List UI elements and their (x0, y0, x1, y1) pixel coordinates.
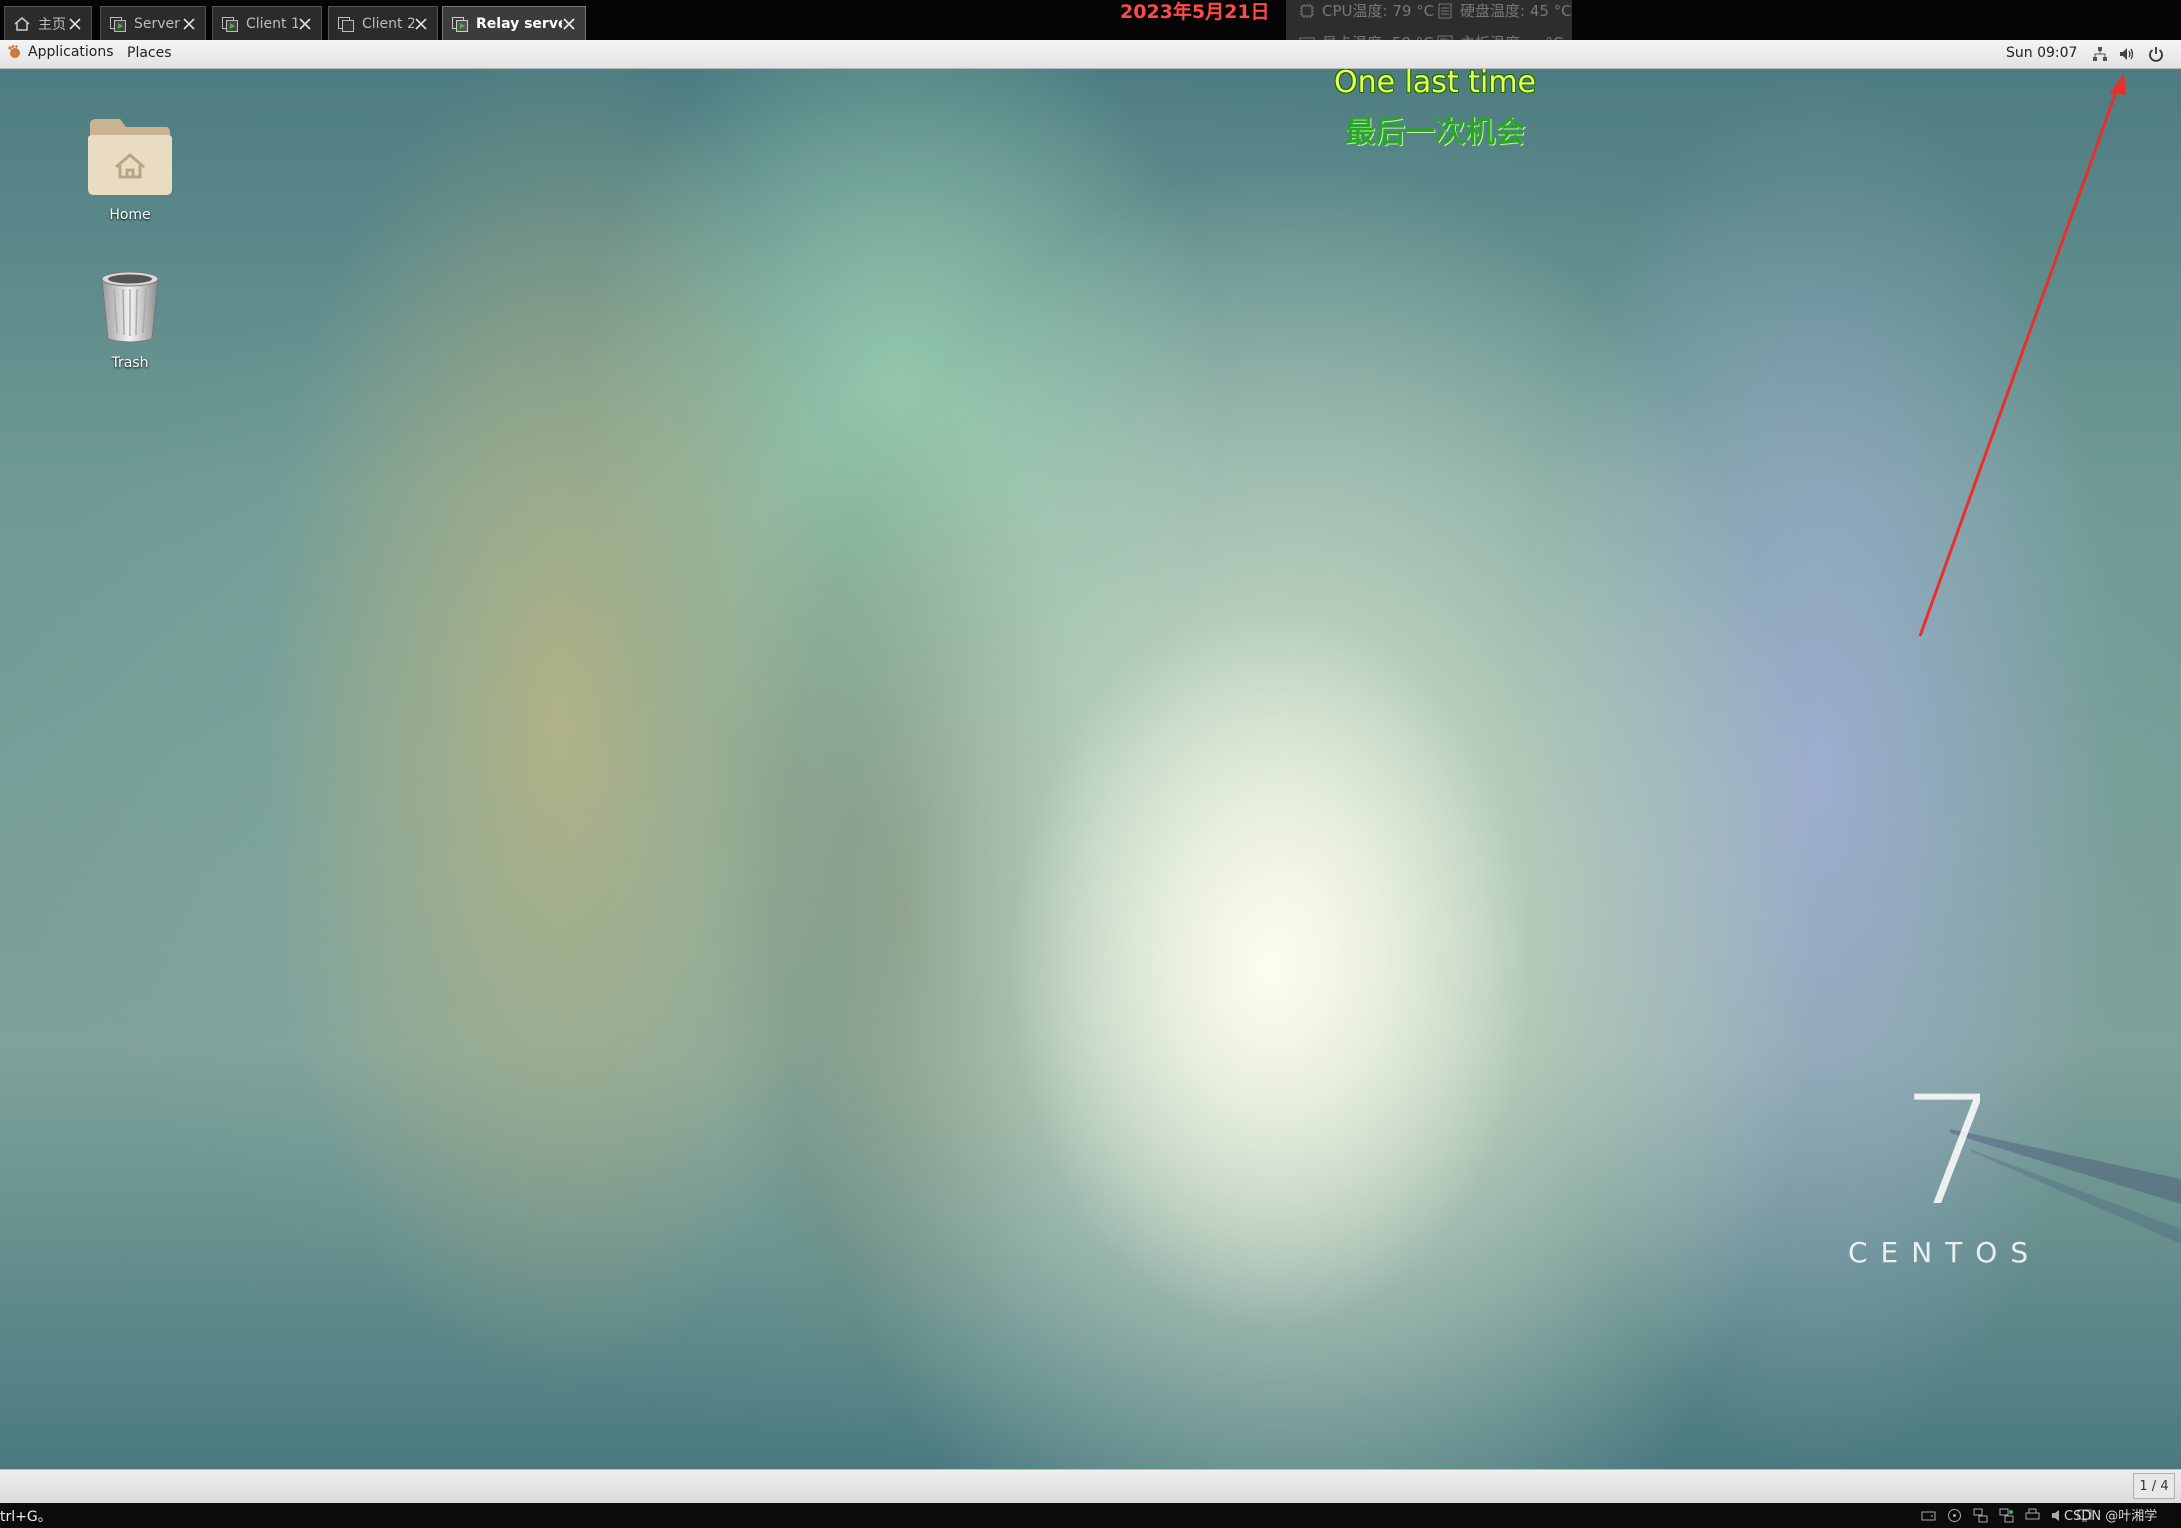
disk-icon (1438, 3, 1452, 18)
tab-client-2[interactable]: Client 2 (328, 6, 438, 40)
tab-label: Client 2 (362, 15, 414, 32)
vm-status-bar: trl+G。 CSDN @叶湘学 (0, 1503, 2181, 1528)
printer-icon[interactable] (2024, 1507, 2041, 1524)
tab-label: 主页 (38, 16, 66, 33)
tab-server[interactable]: Server (100, 6, 206, 40)
cpu-icon (1300, 3, 1314, 18)
desktop: Home Trash One last time 最后一次机会 7 CENTOS (0, 69, 2181, 1469)
annotation-arrow (1918, 73, 2126, 637)
vm-running-icon (110, 16, 126, 32)
home-icon (14, 16, 30, 31)
close-icon[interactable] (298, 17, 312, 31)
network-adapter-icon[interactable] (1972, 1507, 1989, 1524)
cpu-temp: CPU温度: 79 °C (1298, 0, 1434, 21)
tab-relay-server[interactable]: Relay server (442, 6, 586, 40)
overlay-date: 2023年5月21日 (1120, 1, 1270, 23)
gnome-top-panel: Applications Places Sun 09:07 (0, 40, 2181, 69)
vm-hint-text: trl+G。 (0, 1509, 52, 1525)
network-adapter-icon[interactable] (1998, 1507, 2015, 1524)
vm-running-icon (452, 16, 468, 32)
workspace-switcher[interactable]: 1 / 4 (2133, 1473, 2175, 1499)
volume-icon[interactable] (2118, 45, 2136, 63)
tab-label: Client 1 (246, 15, 298, 32)
applications-label: Applications (28, 44, 114, 60)
vm-tab-bar: 主页 Server Client 1 Client 2 Relay server… (0, 0, 2181, 40)
hard-disk-icon[interactable] (1920, 1507, 1937, 1524)
tab-label: Relay server (476, 15, 562, 32)
tab-home[interactable]: 主页 (4, 6, 92, 40)
places-menu[interactable]: Places (127, 45, 172, 61)
close-icon[interactable] (182, 17, 196, 31)
vm-running-icon (222, 16, 238, 32)
tab-client-1[interactable]: Client 1 (212, 6, 322, 40)
cpu-temp-text: CPU温度: 79 °C (1322, 2, 1435, 20)
applications-menu[interactable]: Applications (6, 44, 114, 60)
panel-clock[interactable]: Sun 09:07 (2006, 45, 2077, 61)
disk-temp: 硬盘温度: 45 °C (1436, 0, 1572, 21)
network-icon[interactable] (2091, 45, 2109, 63)
disk-temp-text: 硬盘温度: 45 °C (1460, 2, 1572, 20)
close-icon[interactable] (414, 17, 428, 31)
csdn-watermark: CSDN @叶湘学 (2064, 1509, 2158, 1524)
close-icon[interactable] (68, 17, 82, 31)
tab-label: Server (134, 15, 180, 32)
vm-stopped-icon (338, 16, 354, 32)
gnome-bottom-panel: 1 / 4 (0, 1469, 2181, 1503)
cd-drive-icon[interactable] (1946, 1507, 1963, 1524)
close-icon[interactable] (562, 17, 576, 31)
power-icon[interactable] (2147, 45, 2165, 63)
gnome-foot-icon (8, 45, 20, 58)
